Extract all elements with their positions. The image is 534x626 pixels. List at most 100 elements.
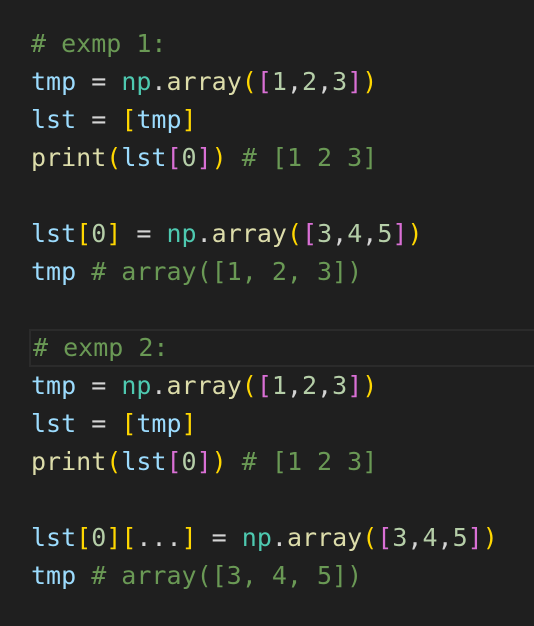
code-line[interactable]: lst[0][...] = np.array([3,4,5]) (31, 519, 534, 557)
code-token-b2: ] (196, 447, 212, 476)
code-token-op: , (362, 219, 378, 248)
code-token-b1: ] (181, 523, 197, 552)
code-token-op: , (286, 67, 302, 96)
code-token-num: 4 (347, 219, 363, 248)
code-token-comment: # exmp 2: (33, 333, 169, 362)
code-token-fn: array (286, 523, 363, 552)
code-token-op: = (196, 523, 242, 552)
code-token-b1: ( (241, 371, 257, 400)
code-token-var: tmp (31, 257, 77, 286)
code-token-fn: print (31, 143, 107, 172)
code-token-num: 5 (377, 219, 393, 248)
code-token-var: tmp (31, 67, 77, 96)
code-token-op: . (196, 219, 212, 248)
code-line[interactable] (31, 291, 534, 329)
code-token-b2: ] (347, 67, 363, 96)
code-token-num: 2 (302, 67, 318, 96)
code-token-comment: # [1 2 3] (226, 447, 378, 476)
code-token-num: 3 (392, 523, 408, 552)
code-token-mod: np (121, 371, 152, 400)
code-lines[interactable]: # exmp 1: tmp = np.array([1,2,3]) lst = [t… (29, 25, 534, 595)
code-token-op: = (121, 219, 167, 248)
code-token-op: , (286, 371, 302, 400)
code-token-fn: array (166, 371, 242, 400)
code-line[interactable]: # exmp 2: (29, 329, 534, 367)
code-line[interactable]: tmp # array([3, 4, 5]) (31, 557, 534, 595)
code-token-num: 0 (181, 447, 197, 476)
code-token-comment: # array([1, 2, 3]) (76, 257, 363, 286)
code-token-b1: ] (106, 523, 122, 552)
code-token-b1: ) (211, 447, 227, 476)
code-token-b1: [ (121, 523, 137, 552)
code-line[interactable]: print(lst[0]) # [1 2 3] (31, 443, 534, 481)
code-token-b1: [ (121, 105, 137, 134)
code-line[interactable]: tmp # array([1, 2, 3]) (31, 253, 534, 291)
code-line[interactable]: # exmp 1: (31, 25, 534, 63)
code-token-num: 1 (271, 67, 287, 96)
code-token-num: 3 (332, 67, 348, 96)
code-token-b1: ] (181, 409, 197, 438)
code-token-op: ... (136, 523, 182, 552)
code-token-var: tmp (31, 561, 77, 590)
code-token-b2: [ (377, 523, 393, 552)
code-token-op: , (407, 523, 423, 552)
code-token-num: 0 (181, 143, 197, 172)
code-editor[interactable]: # exmp 1: tmp = np.array([1,2,3]) lst = [t… (0, 0, 534, 626)
code-line[interactable]: lst = [tmp] (31, 101, 534, 139)
code-token-num: 4 (422, 523, 438, 552)
code-token-var: tmp (31, 371, 77, 400)
code-token-num: 0 (91, 219, 107, 248)
code-token-b2: ] (392, 219, 408, 248)
code-token-b1: ) (362, 371, 378, 400)
code-line[interactable]: print(lst[0]) # [1 2 3] (31, 139, 534, 177)
code-token-b1: ( (286, 219, 302, 248)
code-token-num: 2 (302, 371, 318, 400)
code-token-b1: [ (76, 523, 92, 552)
code-token-num: 3 (317, 219, 333, 248)
code-token-num: 1 (271, 371, 287, 400)
code-token-b1: ) (211, 143, 227, 172)
code-token-op: = (76, 105, 122, 134)
code-token-b2: ] (347, 371, 363, 400)
code-line[interactable]: lst = [tmp] (31, 405, 534, 443)
code-token-b1: ) (362, 67, 378, 96)
code-token-op: = (76, 371, 122, 400)
code-token-b1: ] (181, 105, 197, 134)
code-token-mod: np (166, 219, 197, 248)
code-line[interactable] (31, 481, 534, 519)
code-token-op: = (76, 409, 122, 438)
code-token-b2: [ (166, 447, 182, 476)
code-token-b2: ] (196, 143, 212, 172)
code-token-fn: array (166, 67, 242, 96)
code-token-b1: [ (76, 219, 92, 248)
code-token-b2: [ (256, 67, 272, 96)
code-token-comment: # exmp 1: (31, 29, 167, 58)
code-token-var: tmp (136, 105, 182, 134)
code-token-b2: [ (256, 371, 272, 400)
code-line[interactable]: tmp = np.array([1,2,3]) (31, 367, 534, 405)
code-token-fn: array (211, 219, 287, 248)
code-token-op: , (332, 219, 348, 248)
code-token-num: 5 (452, 523, 468, 552)
code-token-fn: print (31, 447, 107, 476)
code-token-b2: [ (166, 143, 182, 172)
code-token-op: , (317, 371, 333, 400)
code-token-mod: np (241, 523, 272, 552)
code-token-var: lst (121, 143, 167, 172)
code-token-comment: # array([3, 4, 5]) (76, 561, 363, 590)
code-token-var: lst (121, 447, 167, 476)
code-token-mod: np (121, 67, 152, 96)
code-token-var: lst (31, 409, 77, 438)
code-token-op: = (76, 67, 122, 96)
code-token-b1: ) (482, 523, 498, 552)
code-token-op: , (317, 67, 333, 96)
code-token-b1: ] (106, 219, 122, 248)
code-token-b1: ( (362, 523, 378, 552)
code-token-op: , (437, 523, 453, 552)
code-line[interactable] (31, 177, 534, 215)
code-line[interactable]: tmp = np.array([1,2,3]) (31, 63, 534, 101)
code-line[interactable]: lst[0] = np.array([3,4,5]) (31, 215, 534, 253)
code-token-b1: [ (121, 409, 137, 438)
code-token-var: lst (31, 219, 77, 248)
code-token-b1: ) (407, 219, 423, 248)
